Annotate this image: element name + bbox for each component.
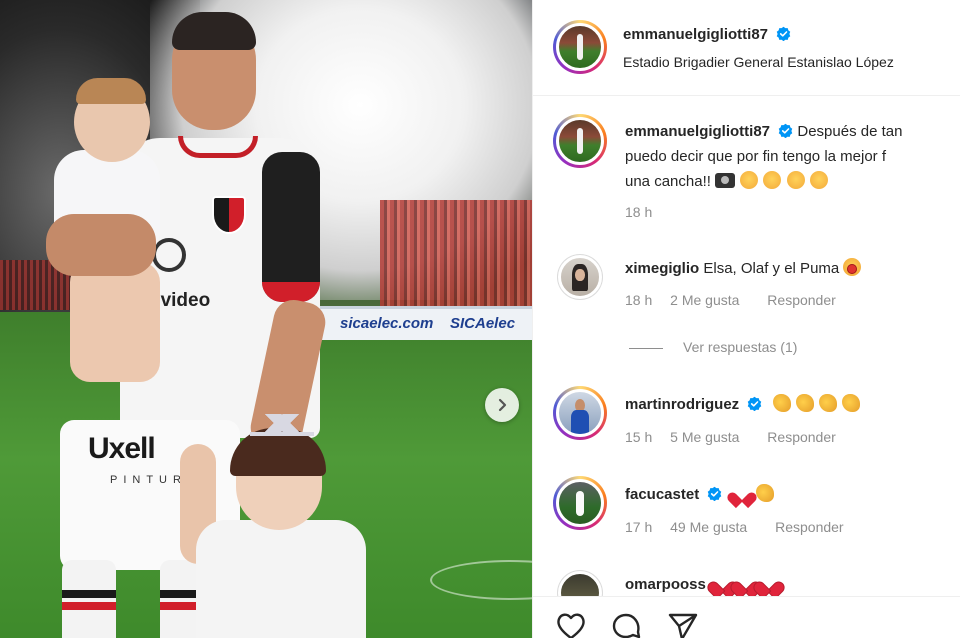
comment: ximegiglio Elsa, Olaf y el Puma: [625, 256, 862, 281]
reply-button[interactable]: Responder: [767, 429, 836, 445]
photo-sponsor-logo: [152, 238, 186, 272]
comment: martinrodriguez: [625, 392, 861, 417]
comment-button[interactable]: [611, 611, 643, 638]
photo-shorts-sponsor: Uxell: [88, 432, 156, 465]
comment-meta: 17 h 49 Me gusta Responder: [625, 519, 868, 535]
comment-meta: 18 h 2 Me gusta Responder: [625, 292, 860, 308]
comment-username[interactable]: ximegiglio: [625, 260, 699, 277]
photo-sock-left: [62, 560, 116, 638]
avatar: [556, 389, 604, 437]
caption-text-line1: Después de tan: [797, 123, 903, 140]
comment: facucastet: [625, 482, 775, 507]
comment-username[interactable]: facucastet: [625, 486, 699, 503]
photo-man-holding-arm: [46, 214, 156, 276]
caption-text-line3: una cancha!!: [625, 173, 711, 190]
header-location[interactable]: Estadio Brigadier General Estanislao Lóp…: [623, 54, 894, 70]
face-emoji-icon: [763, 171, 782, 189]
comment-bubble-icon: [612, 613, 641, 638]
caption-username[interactable]: emmanuelgigliotti87: [625, 123, 770, 140]
clapping-hands-emoji-icon: [772, 394, 791, 412]
comment-likes[interactable]: 5 Me gusta: [670, 429, 739, 445]
avatar: [558, 255, 602, 299]
clapping-hands-emoji-icon: [818, 394, 837, 412]
comment-time: 15 h: [625, 429, 653, 445]
clapping-hands-emoji-icon: [755, 484, 774, 502]
avatar: [556, 117, 604, 165]
comment-likes[interactable]: 49 Me gusta: [670, 519, 747, 535]
clapping-hands-emoji-icon: [795, 394, 814, 412]
post-side-panel: emmanuelgigliotti87 Estadio Brigadier Ge…: [532, 0, 960, 638]
post-header: emmanuelgigliotti87 Estadio Brigadier Ge…: [533, 0, 960, 96]
comment-meta: 15 h 5 Me gusta Responder: [625, 429, 860, 445]
camera-emoji-icon: [715, 173, 736, 188]
photo-club-crest: [212, 196, 246, 234]
photo-girl-tiara: [250, 414, 314, 436]
verified-badge-icon: [777, 26, 791, 41]
chevron-right-icon: [498, 398, 507, 412]
avatar: [556, 479, 604, 527]
comment-time: 18 h: [625, 292, 653, 308]
photo-man-sleeve: [262, 152, 320, 302]
caption-time: 18 h: [625, 204, 653, 220]
photo-crowd-right: [380, 200, 532, 320]
header-username[interactable]: emmanuelgigliotti87: [623, 26, 768, 43]
paper-plane-icon: [668, 613, 698, 638]
caption-meta: 18 h: [625, 204, 666, 220]
photo-baby-legs: [70, 262, 160, 382]
comment-avatar[interactable]: [557, 254, 603, 300]
header-avatar[interactable]: [553, 20, 607, 74]
photo-man-collar: [178, 136, 258, 158]
post-photo: sicaelec.com SICAelec evideo Uxell PINTU…: [0, 0, 532, 638]
heart-outline-icon: [557, 613, 585, 638]
comment-text: Elsa, Olaf y el Puma: [703, 260, 840, 277]
comment-avatar[interactable]: [553, 476, 607, 530]
face-emoji-icon: [786, 171, 805, 189]
caption-text-line2: puedo decir que por fin tengo la mejor f: [625, 148, 886, 165]
ad-board-text-1: sicaelec.com: [340, 315, 434, 332]
face-emoji-icon: [809, 171, 828, 189]
clapping-hands-emoji-icon: [842, 394, 861, 412]
comment-avatar[interactable]: [553, 386, 607, 440]
photo-baby-hair: [76, 78, 146, 104]
comment-username[interactable]: martinrodriguez: [625, 396, 739, 413]
next-photo-button[interactable]: [485, 388, 519, 422]
photo-man-hair: [172, 12, 256, 50]
photo-ad-board: sicaelec.com SICAelec: [300, 306, 532, 340]
comment-time: 17 h: [625, 519, 653, 535]
verified-badge-icon: [748, 396, 762, 411]
caption-avatar[interactable]: [553, 114, 607, 168]
reply-button[interactable]: Responder: [775, 519, 844, 535]
red-heart-emoji-icon: [733, 484, 751, 502]
face-emoji-icon: [740, 171, 759, 189]
ad-board-text-2: SICAelec: [450, 315, 516, 332]
heart-eyes-emoji-icon: [843, 258, 862, 276]
post-action-bar: [533, 596, 960, 638]
red-heart-emoji-icon: [760, 574, 778, 592]
avatar: [556, 23, 604, 71]
red-heart-emoji-icon: [714, 574, 732, 592]
share-button[interactable]: [667, 611, 699, 638]
view-replies-button[interactable]: Ver respuestas (1): [631, 339, 797, 355]
reply-button[interactable]: Responder: [767, 292, 836, 308]
verified-badge-icon: [708, 486, 722, 501]
comment: omarpooss: [625, 572, 779, 597]
comment-likes[interactable]: 2 Me gusta: [670, 292, 739, 308]
comment-username[interactable]: omarpooss: [625, 576, 706, 593]
verified-badge-icon: [778, 123, 793, 138]
photo-girl-body: [196, 520, 366, 638]
like-button[interactable]: [555, 611, 587, 638]
header-user: emmanuelgigliotti87: [623, 26, 791, 44]
red-heart-emoji-icon: [737, 574, 755, 592]
caption: emmanuelgigliotti87 Después de tan puedo…: [625, 119, 960, 194]
